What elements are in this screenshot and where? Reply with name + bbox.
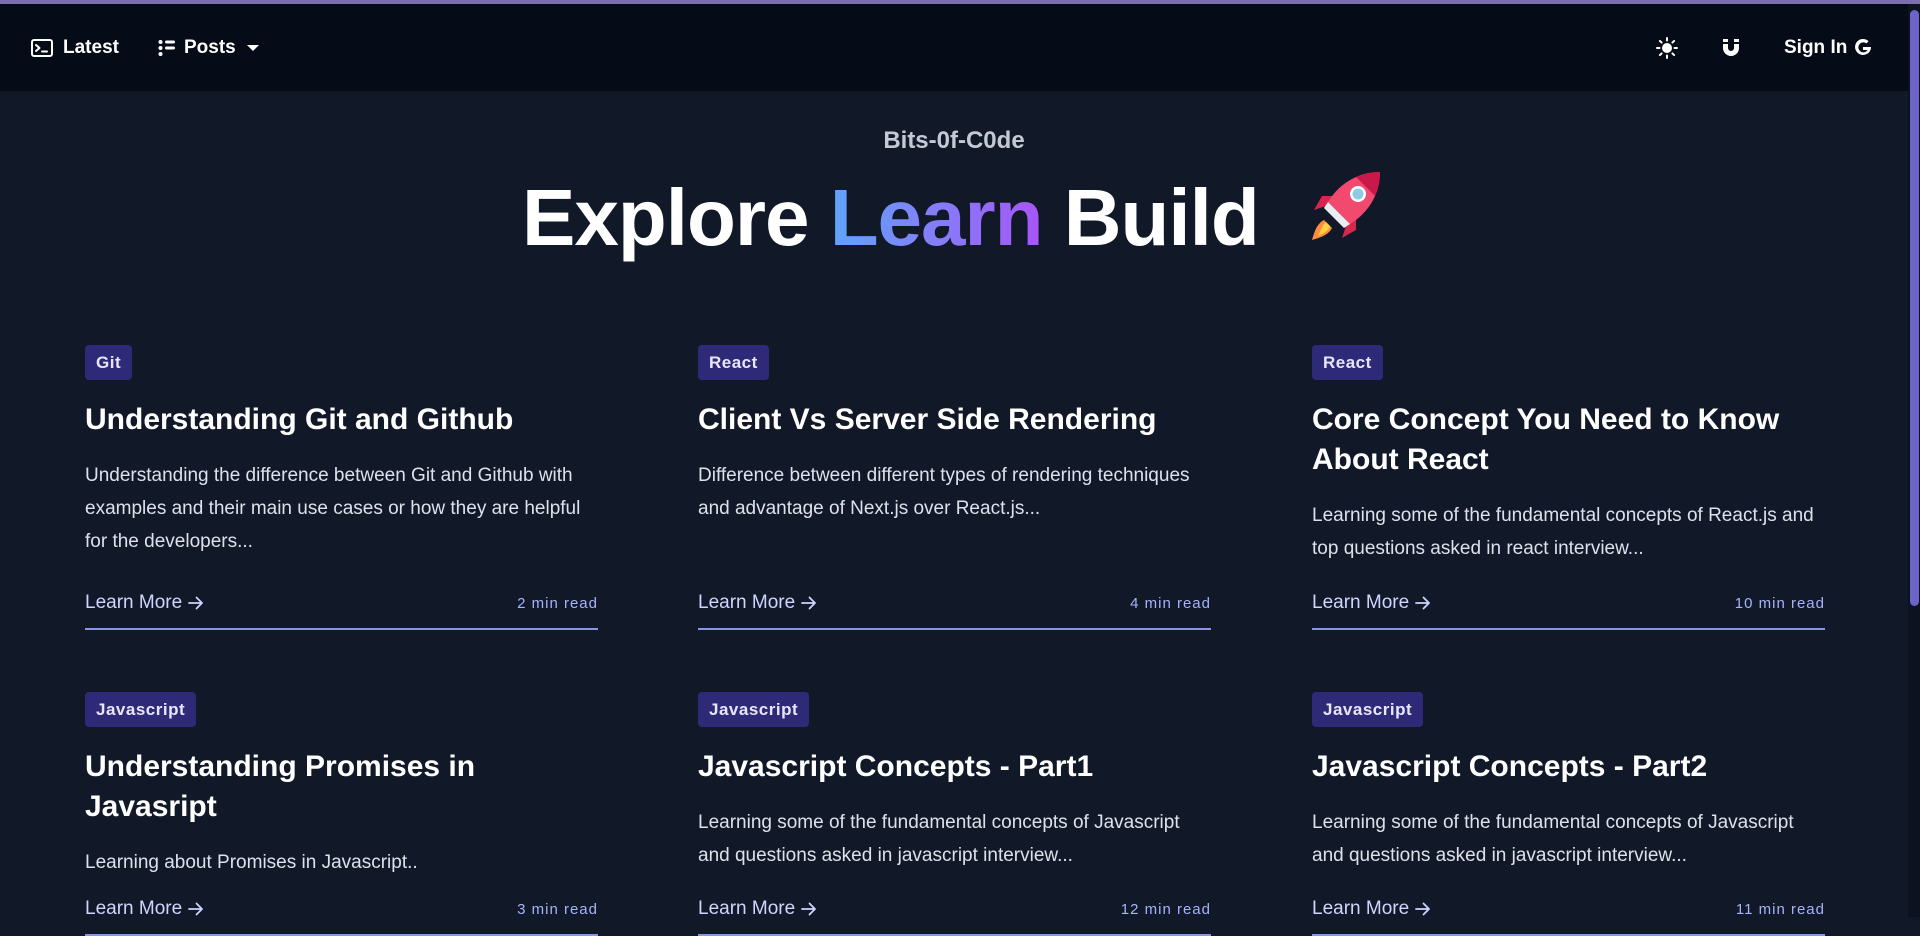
sign-in-button[interactable]: Sign In — [1784, 4, 1873, 91]
post-title[interactable]: Understanding Promises in Javasript — [85, 747, 598, 827]
hero-title-explore: Explore — [522, 172, 809, 262]
navbar: Latest Posts Sign In — [0, 4, 1908, 91]
post-footer: Learn More 4 min read — [698, 592, 1211, 630]
post-title[interactable]: Javascript Concepts - Part1 — [698, 747, 1211, 787]
arrow-right-icon — [1415, 596, 1431, 610]
post-title[interactable]: Client Vs Server Side Rendering — [698, 400, 1211, 440]
post-title[interactable]: Understanding Git and Github — [85, 400, 598, 440]
post-footer: Learn More 3 min read — [85, 898, 598, 936]
hero-title-learn: Learn — [829, 172, 1044, 262]
magnet-button[interactable] — [1720, 4, 1742, 91]
nav-latest-label: Latest — [63, 36, 119, 58]
arrow-right-icon — [188, 902, 204, 916]
read-time: 10 min read — [1734, 595, 1825, 612]
post-tag[interactable]: React — [698, 345, 769, 380]
post-tag[interactable]: React — [1312, 345, 1383, 380]
nav-posts-label: Posts — [184, 36, 236, 58]
post-tag[interactable]: Javascript — [698, 692, 810, 727]
magnet-icon — [1720, 37, 1742, 59]
post-tag[interactable]: Javascript — [1312, 692, 1424, 727]
google-icon — [1853, 38, 1873, 58]
read-time: 2 min read — [517, 595, 598, 612]
post-card[interactable]: Javascript Javascript Concepts - Part2 L… — [1312, 692, 1825, 936]
learn-more-label: Learn More — [1312, 592, 1410, 613]
chevron-down-icon — [246, 44, 260, 52]
post-card[interactable]: Git Understanding Git and Github Underst… — [85, 345, 598, 630]
post-description: Learning some of the fundamental concept… — [1312, 505, 1814, 559]
arrow-right-icon — [801, 596, 817, 610]
learn-more-link[interactable]: Learn More — [85, 592, 204, 614]
sign-in-label: Sign In — [1784, 36, 1848, 58]
post-description: Understanding the difference between Git… — [85, 465, 581, 552]
post-tag[interactable]: Git — [85, 345, 133, 380]
read-time: 11 min read — [1735, 901, 1825, 918]
theme-toggle-button[interactable] — [1656, 4, 1678, 91]
post-card[interactable]: React Core Concept You Need to Know Abou… — [1312, 345, 1825, 630]
post-footer: Learn More 10 min read — [1312, 592, 1825, 630]
hero-title: Explore Learn Build — [0, 168, 1908, 263]
nav-posts-dropdown[interactable]: Posts — [158, 4, 260, 91]
list-icon — [158, 39, 176, 57]
learn-more-link[interactable]: Learn More — [1312, 592, 1431, 614]
arrow-right-icon — [801, 902, 817, 916]
learn-more-label: Learn More — [698, 592, 796, 613]
post-footer: Learn More 11 min read — [1312, 898, 1825, 936]
post-card[interactable]: Javascript Javascript Concepts - Part1 L… — [698, 692, 1211, 936]
terminal-icon — [31, 38, 53, 57]
rocket-icon — [1306, 166, 1386, 263]
hero-title-build: Build — [1063, 172, 1260, 262]
post-tag[interactable]: Javascript — [85, 692, 197, 727]
post-footer: Learn More 12 min read — [698, 898, 1211, 936]
post-title[interactable]: Javascript Concepts - Part2 — [1312, 747, 1825, 787]
post-description: Learning some of the fundamental concept… — [698, 812, 1180, 866]
sun-icon — [1656, 36, 1678, 59]
site-name: Bits-0f-C0de — [883, 127, 1025, 154]
nav-latest-link[interactable]: Latest — [31, 4, 119, 91]
post-footer: Learn More 2 min read — [85, 592, 598, 630]
read-time: 12 min read — [1120, 901, 1211, 918]
post-description: Learning some of the fundamental concept… — [1312, 812, 1794, 866]
read-time: 3 min read — [517, 901, 598, 918]
arrow-right-icon — [188, 596, 204, 610]
learn-more-link[interactable]: Learn More — [698, 592, 817, 614]
arrow-right-icon — [1415, 902, 1431, 916]
scrollbar-thumb[interactable] — [1910, 10, 1919, 606]
post-card[interactable]: React Client Vs Server Side Rendering Di… — [698, 345, 1211, 630]
post-description: Difference between different types of re… — [698, 465, 1190, 519]
post-title[interactable]: Core Concept You Need to Know About Reac… — [1312, 400, 1825, 480]
read-time: 4 min read — [1130, 595, 1211, 612]
post-card[interactable]: Javascript Understanding Promises in Jav… — [85, 692, 598, 936]
learn-more-label: Learn More — [85, 592, 183, 613]
post-description: Learning about Promises in Javascript.. — [85, 852, 418, 873]
